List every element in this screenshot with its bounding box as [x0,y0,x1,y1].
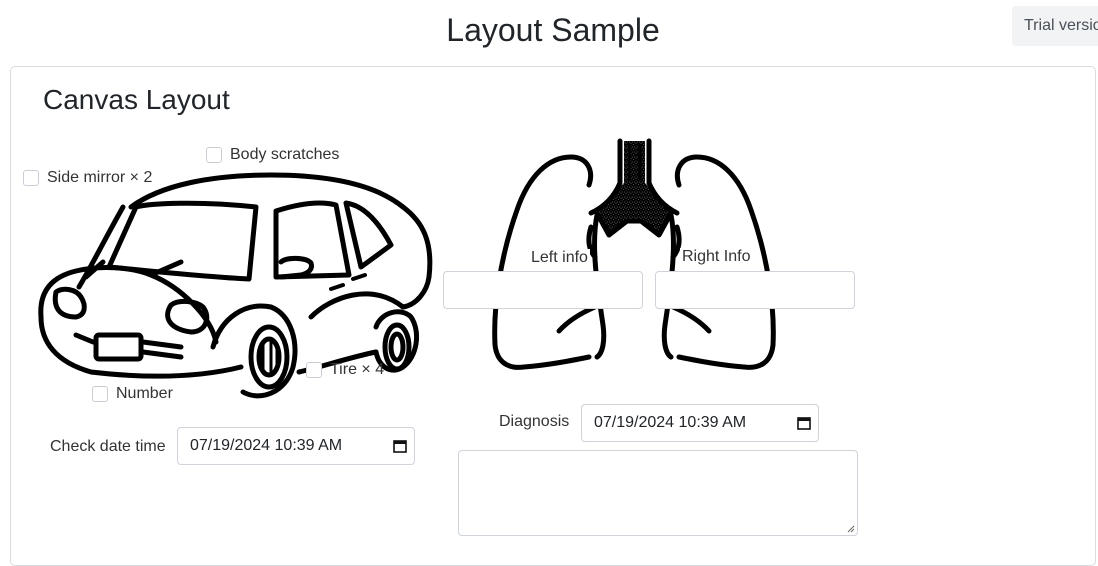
calendar-icon[interactable] [790,404,818,442]
side-mirror-box[interactable] [23,170,39,186]
check-date-label: Check date time [50,438,166,455]
tire-checkbox[interactable]: Tire × 4 [306,361,384,379]
side-mirror-label: Side mirror × 2 [47,169,153,186]
number-box[interactable] [92,386,108,402]
body-scratches-label: Body scratches [230,146,340,163]
resize-grip-icon[interactable] [845,523,855,533]
side-mirror-checkbox[interactable]: Side mirror × 2 [23,169,152,187]
number-label: Number [116,385,173,402]
number-checkbox[interactable]: Number [92,385,173,403]
canvas-layout-card: Canvas Layout Side mirror × 2 Body scrat… [10,66,1096,566]
right-info-input[interactable] [655,271,855,309]
tire-label: Tire × 4 [330,361,385,378]
left-info-label: Left info [529,249,590,267]
check-date-value: 07/19/2024 10:39 AM [190,437,343,454]
diagnosis-notes-textarea[interactable] [458,450,858,536]
check-date-input[interactable]: 07/19/2024 10:39 AM [177,427,415,465]
trial-version-badge: Trial version [1012,6,1098,46]
body-scratches-box[interactable] [206,147,222,163]
right-info-label: Right Info [680,248,753,266]
tire-box[interactable] [306,362,322,378]
left-info-input[interactable] [443,271,643,309]
page-title: Layout Sample [446,12,660,48]
diagnosis-label: Diagnosis [499,413,570,430]
card-title: Canvas Layout [43,84,230,115]
calendar-icon[interactable] [386,427,414,465]
body-scratches-checkbox[interactable]: Body scratches [206,146,339,164]
diagnosis-date-input[interactable]: 07/19/2024 10:39 AM [581,404,819,442]
diagnosis-date-value: 07/19/2024 10:39 AM [594,414,747,431]
